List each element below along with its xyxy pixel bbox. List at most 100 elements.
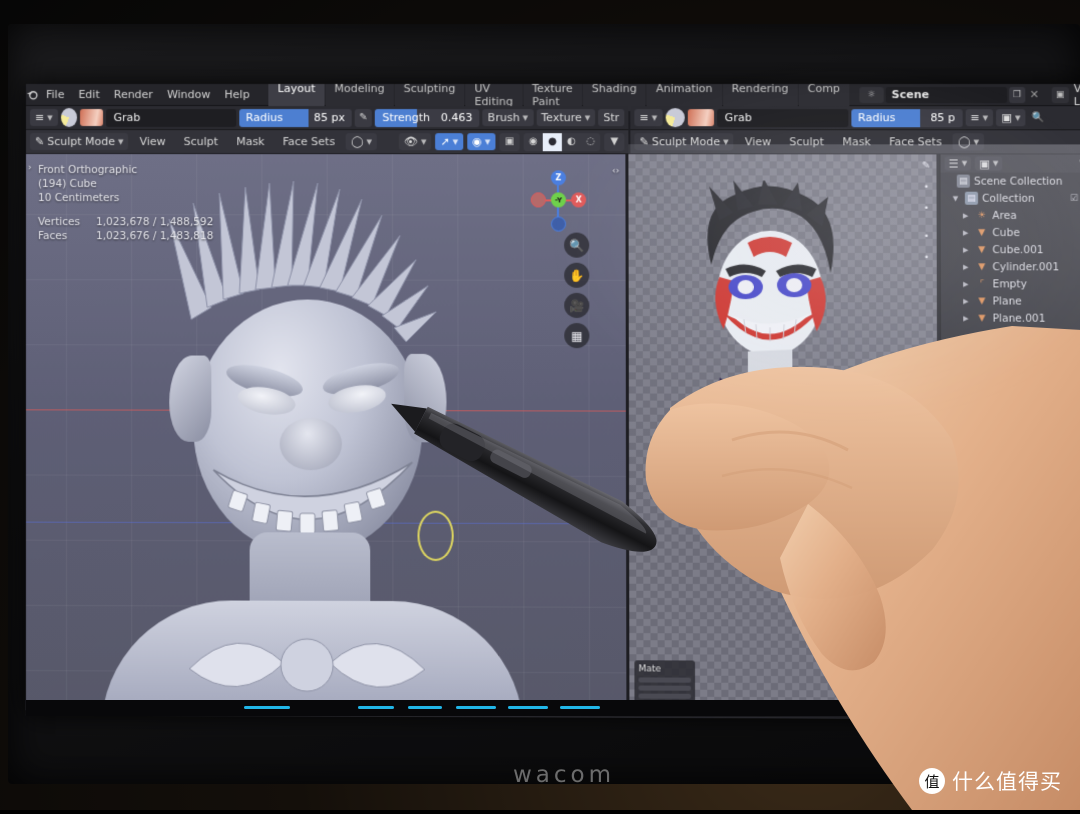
outliner-row-cylinder001[interactable]: ▶ ▼ Cylinder.001 👁 (941, 258, 1080, 275)
prop-row-resolution-y[interactable]: Y 2880 p (969, 429, 1080, 445)
radius-slider-2[interactable]: Radius 85 p (851, 109, 962, 127)
prop-value-aspect-y[interactable]: 1.000 (1033, 479, 1080, 493)
outliner-row-area[interactable]: ▶ ☀ Area 👁 (941, 207, 1080, 224)
gizmo-icon[interactable]: ➚▼ (435, 133, 463, 150)
filter-icon[interactable]: ≡▼ (965, 109, 993, 126)
viewport-3d-left[interactable]: Front Orthographic (194) Cube 10 Centime… (26, 154, 626, 713)
sculpt-brush-tool-icon[interactable]: ✎ (918, 160, 934, 171)
view-layer-name[interactable]: View Layer (1071, 84, 1080, 108)
gizmo-axis-x[interactable]: X (571, 192, 586, 207)
orientation-icon[interactable]: ◯▼ (346, 133, 377, 150)
mode-selector-2[interactable]: ✎ Sculpt Mode▼ (634, 133, 733, 150)
menu-file[interactable]: File (39, 86, 71, 103)
falloff-curve-icon-2[interactable] (687, 109, 713, 126)
viewport-collapse-arrow-icon[interactable]: ‹› (612, 166, 619, 176)
radius-slider[interactable]: Radius 85 px (239, 109, 352, 127)
expand-tri-7[interactable]: ▶ (963, 297, 971, 305)
grid-ortho-icon[interactable]: ▦ (564, 323, 589, 348)
mode-selector[interactable]: ✎ Sculpt Mode▼ (30, 133, 129, 150)
vp-menu-mask[interactable]: Mask (229, 133, 271, 150)
outliner-row-scene-collection[interactable]: ▤ Scene Collection (941, 173, 1080, 190)
prop-row-frame-start[interactable]: me Start 1 (969, 557, 1080, 574)
tab-render-icon[interactable]: 🎥 (944, 403, 960, 419)
section-dimensions[interactable]: ▼ Dimensions (969, 395, 1080, 413)
outliner-editor[interactable]: ☰▼ ▣▼ 🔍 ▤ Scene Collection ▼ ▤ Collectio… (939, 154, 1080, 342)
tool-dot-4-icon[interactable]: • (918, 253, 934, 263)
outliner-row-empty[interactable]: ▶ ⌜ Empty 👁 (941, 275, 1080, 292)
scene-name-field[interactable]: Scene (886, 87, 1007, 103)
texture-dropdown[interactable]: Texture▼ (536, 109, 595, 126)
gizmo-axis-negz[interactable] (551, 216, 566, 231)
vp-menu-view[interactable]: View (133, 133, 173, 150)
gizmo-axis-z[interactable]: Z (551, 170, 566, 185)
expand-tri-4[interactable]: ▶ (963, 246, 971, 254)
prop-row-aspect-x[interactable]: Aspect X 1.000 (969, 462, 1080, 478)
prop-value-frame-end[interactable]: 250 (1033, 574, 1080, 588)
expand-tri-8[interactable]: ▶ (963, 314, 971, 322)
vp2-menu-mask[interactable]: Mask (835, 133, 878, 150)
properties-editor-icon[interactable]: ☰▼ (946, 347, 973, 361)
prop-row-fps[interactable]: 24 fps (969, 613, 1080, 630)
tab-scene-icon[interactable]: ☼ (944, 485, 960, 501)
shading-wireframe[interactable]: ◉ (524, 133, 543, 151)
sidebar-expand-arrow-icon[interactable]: › (28, 163, 32, 173)
pressure-icon[interactable]: ✎ (355, 109, 372, 127)
expand-tri-6[interactable]: ▶ (963, 280, 971, 288)
brush-ball-icon[interactable] (61, 108, 77, 127)
outliner-editor-type-icon[interactable]: ☰▼ (945, 156, 972, 170)
shading-rendered[interactable]: ◌ (581, 133, 600, 151)
brush-ball-icon-2[interactable] (665, 108, 684, 127)
gizmo-axis-negx[interactable] (531, 192, 546, 207)
prop-row-aspect-y[interactable]: Y 1.000 (969, 478, 1080, 494)
shading-solid[interactable]: ● (543, 133, 562, 151)
visibility-icon[interactable]: 👁▼ (399, 133, 432, 150)
menu-help[interactable]: Help (218, 86, 257, 103)
gizmo-axis-negy[interactable]: -Y (551, 192, 566, 207)
pan-hand-icon[interactable]: ✋ (564, 263, 589, 288)
overlay-icon[interactable]: ◉▼ (467, 133, 495, 150)
tool-dot-1-icon[interactable]: • (918, 183, 934, 193)
prop-value-resolution-x[interactable]: 1620 p (1032, 414, 1080, 428)
prop-value-frame-start[interactable]: 1 (1033, 558, 1080, 572)
outliner-row-cube[interactable]: ▶ ▼ Cube 👁 (941, 224, 1080, 241)
properties-search-icon[interactable]: 🔍 (1001, 348, 1014, 359)
expand-tri-3[interactable]: ▶ (963, 228, 971, 236)
expand-tri-2[interactable]: ▶ (963, 211, 971, 219)
row-toggles-1[interactable]: ☑ 👁 (1070, 193, 1080, 203)
vp2-menu-view[interactable]: View (738, 133, 779, 150)
outliner-row-plane001[interactable]: ▶ ▼ Plane.001 👁 (941, 309, 1080, 326)
snap-icon-2[interactable]: ≡▼ (634, 109, 662, 126)
section-dimensions-chevron-icon[interactable]: ▼ (969, 400, 974, 408)
outliner-row-cube001[interactable]: ▶ ▼ Cube.001 👁 (941, 241, 1080, 258)
brush-name-field[interactable]: Grab (106, 109, 236, 127)
outliner-row-collection[interactable]: ▼ ▤ Collection ☑ 👁 (941, 190, 1080, 207)
outliner-row-plane[interactable]: ▶ ▼ Plane 👁 (941, 292, 1080, 309)
vp-menu-sculpt[interactable]: Sculpt (177, 133, 225, 150)
viewport-3d-right[interactable]: Mate ✎ • • • • (628, 154, 938, 714)
prop-value-aspect-x[interactable]: 1.000 (1033, 463, 1080, 477)
navigation-gizmo[interactable]: Z X -Y (527, 170, 590, 232)
shading-material-preview[interactable]: ◐ (562, 133, 581, 151)
tool-dot-3-icon[interactable]: • (918, 232, 934, 242)
xray-icon[interactable]: ▣ (499, 133, 519, 151)
tab-view-layer-icon[interactable]: ▣ (944, 458, 960, 474)
vp2-menu-sculpt[interactable]: Sculpt (782, 133, 831, 150)
prop-row-frame-end[interactable]: End 250 (969, 573, 1080, 590)
falloff-curve-icon[interactable] (80, 109, 102, 126)
prop-value-resolution-y[interactable]: 2880 p (1032, 431, 1080, 445)
tab-tool-icon[interactable]: ⚒ (944, 376, 960, 392)
menu-window[interactable]: Window (160, 86, 218, 103)
prop-row-frame-step[interactable]: Step 1 (969, 589, 1080, 606)
stroke-dropdown[interactable]: Str (598, 109, 624, 126)
snap-icon[interactable]: ≡▼ (30, 109, 58, 126)
shading-dropdown-chevron-icon[interactable]: ▼ (604, 133, 624, 151)
display-icon[interactable]: ▣▼ (996, 109, 1025, 126)
properties-editor[interactable]: ☰▼ 🔍 ⚒ 🎥 🖨 ▣ ☼ ☼ Scene (940, 344, 1080, 715)
brush-name-field-2[interactable]: Grab (717, 109, 848, 127)
orientation-icon-2[interactable]: ◯▼ (953, 133, 984, 150)
prop-row-resolution-x[interactable]: Resolution 1620 p (969, 413, 1080, 429)
tab-output-icon[interactable]: 🖨 (944, 430, 960, 446)
vp-menu-face-sets[interactable]: Face Sets (276, 133, 342, 150)
close-icon[interactable]: ✕ (1027, 88, 1041, 101)
strength-slider[interactable]: Strength 0.463 (375, 109, 479, 127)
